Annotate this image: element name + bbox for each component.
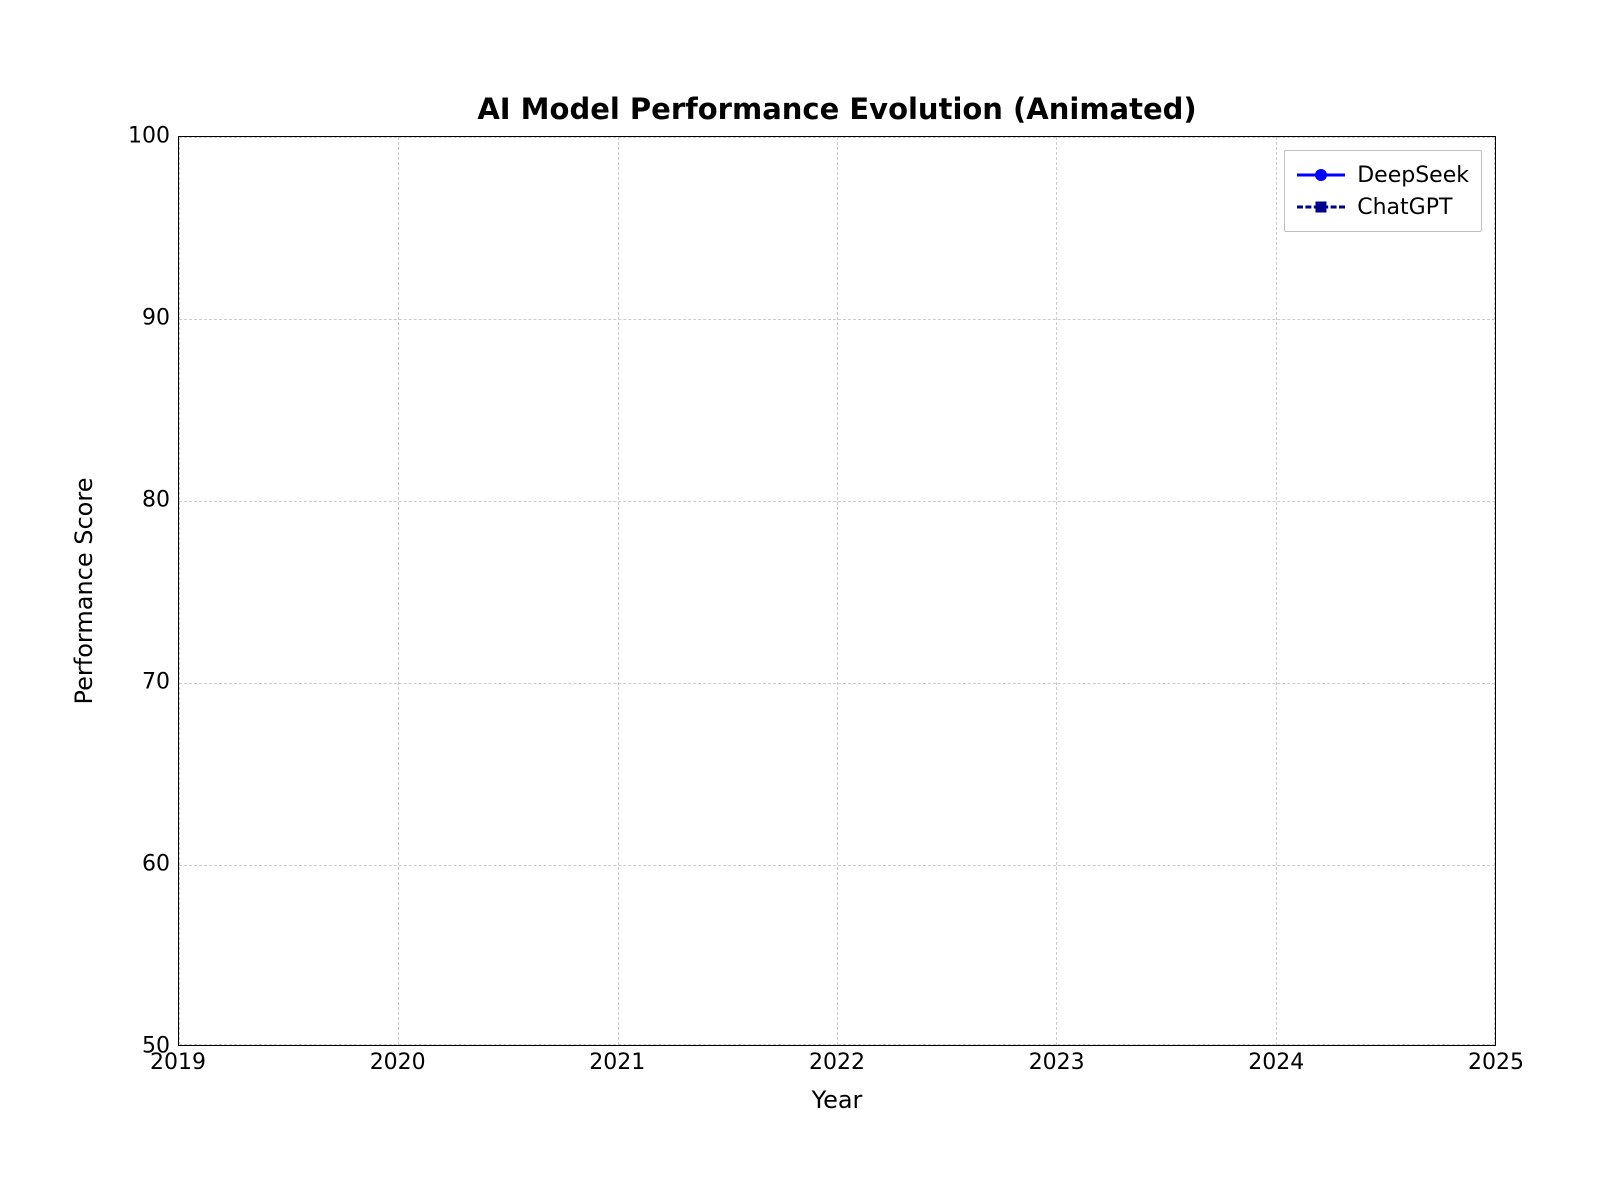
gridline-h: [179, 865, 1495, 866]
ytick-100: 100: [110, 124, 170, 149]
xtick-2024: 2024: [1248, 1050, 1304, 1075]
chart-title: AI Model Performance Evolution (Animated…: [178, 92, 1496, 126]
gridline-v: [1494, 137, 1495, 1045]
gridline-v: [618, 137, 619, 1045]
ytick-70: 70: [110, 670, 170, 695]
legend-label: DeepSeek: [1357, 163, 1469, 188]
legend-swatch-deepseek: [1297, 163, 1345, 187]
xtick-2022: 2022: [809, 1050, 865, 1075]
xtick-2019: 2019: [150, 1050, 206, 1075]
legend-label: ChatGPT: [1357, 195, 1452, 220]
legend-entry-deepseek: DeepSeek: [1297, 159, 1469, 191]
ytick-80: 80: [110, 488, 170, 513]
gridline-h: [179, 501, 1495, 502]
gridline-v: [837, 137, 838, 1045]
ytick-60: 60: [110, 852, 170, 877]
legend-entry-chatgpt: ChatGPT: [1297, 191, 1469, 223]
x-axis-label: Year: [178, 1086, 1496, 1114]
gridline-h: [179, 1044, 1495, 1045]
plot-area: DeepSeek ChatGPT: [178, 136, 1496, 1046]
gridline-v: [1056, 137, 1057, 1045]
xtick-2023: 2023: [1029, 1050, 1085, 1075]
square-marker-icon: [1316, 202, 1327, 213]
legend-swatch-chatgpt: [1297, 195, 1345, 219]
gridline-h: [179, 319, 1495, 320]
gridline-v: [398, 137, 399, 1045]
xtick-2021: 2021: [589, 1050, 645, 1075]
legend: DeepSeek ChatGPT: [1284, 150, 1482, 232]
gridline-h: [179, 683, 1495, 684]
ytick-90: 90: [110, 306, 170, 331]
circle-marker-icon: [1315, 169, 1327, 181]
xtick-2025: 2025: [1468, 1050, 1524, 1075]
y-axis-label: Performance Score: [70, 136, 100, 1046]
gridline-v: [1276, 137, 1277, 1045]
gridline-v: [179, 137, 180, 1045]
xtick-2020: 2020: [370, 1050, 426, 1075]
figure: AI Model Performance Evolution (Animated…: [0, 0, 1600, 1200]
gridline-h: [179, 137, 1495, 138]
